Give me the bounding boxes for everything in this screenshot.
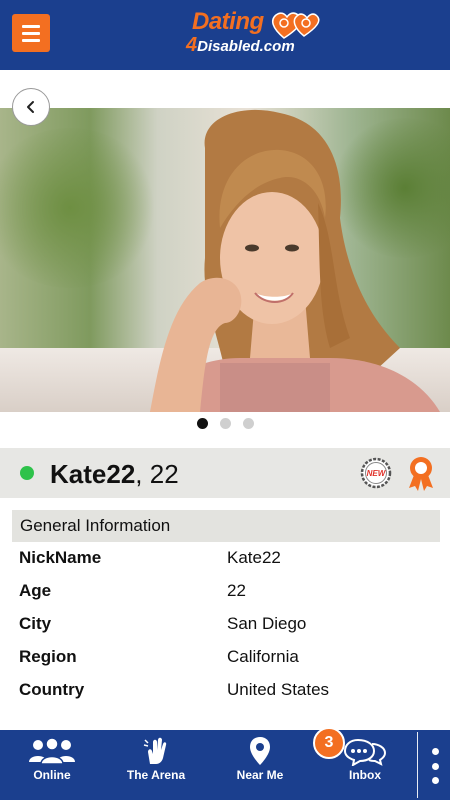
nav-divider [417,732,418,798]
online-status-indicator [20,466,34,480]
info-label: Age [19,581,52,600]
profile-nickname: Kate22 [50,459,136,489]
profile-photo[interactable] [0,108,450,412]
carousel-dot[interactable] [219,418,231,429]
profile-age: , 22 [135,459,179,489]
info-row: Country United States [19,680,439,710]
more-options-button[interactable] [428,748,442,784]
more-dot-icon [431,748,439,755]
hamburger-menu-button[interactable] [12,14,50,52]
location-pin-icon [250,737,270,765]
back-row [0,70,450,108]
nav-near-me[interactable]: Near Me [228,730,292,800]
new-badge-text: NEW [367,469,387,478]
photo-carousel-indicator [0,418,450,432]
nav-label: Online [33,768,71,782]
inbox-count-badge: 3 [313,727,345,759]
back-button[interactable] [12,88,50,126]
info-label: Region [19,647,77,666]
nav-label: The Arena [126,768,186,782]
info-value: Kate22 [227,548,281,567]
nav-online[interactable]: Online [18,730,86,800]
info-row: Region California [19,647,439,677]
more-dot-icon [431,762,439,770]
more-dot-icon [431,777,439,784]
logo-text-dating: Dating [192,8,264,35]
info-label: NickName [19,548,102,567]
site-logo[interactable]: Dating 4Disabled.com [186,6,326,62]
info-row: NickName Kate22 [19,548,439,578]
menu-line-icon [22,24,40,28]
hearts-logo-icon [271,12,320,39]
nav-label: Near Me [236,768,284,782]
info-value: United States [227,680,330,699]
menu-line-icon [22,38,40,42]
nav-the-arena[interactable]: The Arena [120,730,192,800]
info-row: City San Diego [19,614,439,644]
users-icon [29,737,75,764]
info-label: City [19,614,52,633]
info-value: San Diego [227,614,307,633]
info-value: 22 [227,581,246,600]
chat-bubbles-icon [344,738,386,766]
profile-name: Kate22, 22 [50,459,179,490]
info-value: California [227,647,299,666]
nav-label: Inbox [349,768,381,782]
hand-icon [143,737,167,764]
info-row: Age 22 [19,581,439,611]
chevron-left-icon [27,101,34,113]
carousel-dot[interactable] [196,418,208,429]
logo-number: 4 [186,34,198,56]
new-member-badge-icon: NEW [360,457,392,489]
menu-line-icon [22,31,40,35]
award-ribbon-icon[interactable] [406,455,436,491]
woman-portrait [150,109,440,412]
info-label: Country [19,680,85,699]
general-information-header: General Information [12,510,440,542]
carousel-dot[interactable] [242,418,254,429]
